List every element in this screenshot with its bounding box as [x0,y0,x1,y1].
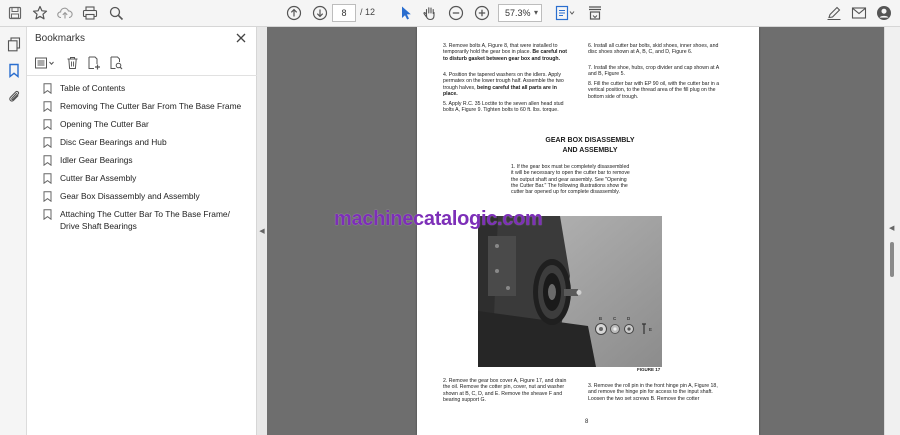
bookmark-item[interactable]: Attaching The Cutter Bar To The Base Fra… [27,205,257,235]
account-icon[interactable] [874,3,894,23]
panel-divider [27,75,257,76]
bookmark-item[interactable]: Idler Gear Bearings [27,151,257,169]
zoom-in-icon[interactable] [472,3,492,23]
section-heading: GEAR BOX DISASSEMBLY AND ASSEMBLY [515,136,665,156]
bookmark-icon [43,137,52,148]
step-3b-text: 3. Remove the roll pin in the front hing… [588,383,718,402]
bookmark-list: Table of Contents Removing The Cutter Bar… [27,79,257,235]
chevron-down-icon: ▾ [533,8,538,17]
star-icon[interactable] [30,3,50,23]
attachment-paperclip-icon[interactable] [4,87,23,106]
step-2-text: 2. Remove the gear box cover A, Figure 1… [443,378,567,403]
bookmark-icon [43,191,52,202]
bookmark-label: Gear Box Disassembly and Assembly [60,191,200,201]
select-cursor-icon[interactable] [396,3,416,23]
print-icon[interactable] [80,3,100,23]
pdf-page: 3. Remove bolts A, Figure 8, that were i… [417,27,759,435]
cloud-upload-icon[interactable] [55,3,75,23]
bookmark-item[interactable]: Table of Contents [27,79,257,97]
find-bookmark-icon[interactable] [107,54,125,72]
bookmark-icon [43,209,52,220]
bookmark-item[interactable]: Disc Gear Bearings and Hub [27,133,257,151]
delete-bookmark-icon[interactable] [63,54,81,72]
figure-caption: FIGURE 17 [637,367,661,372]
save-icon[interactable] [5,3,25,23]
fit-page-icon[interactable] [553,3,577,23]
bookmark-label: Attaching The Cutter Bar To The Base Fra… [60,209,230,231]
page-number-input[interactable]: 8 [332,4,356,22]
bookmark-ribbon-icon[interactable] [4,61,23,80]
vertical-scrollbar-thumb[interactable] [890,242,894,277]
panel-title: Bookmarks [35,33,86,44]
zoom-level-select[interactable]: 57.3% ▾ [498,4,542,22]
close-icon[interactable] [234,31,248,45]
figure-17-photo: B C D E [478,216,662,367]
zoom-level-value: 57.3% [505,8,531,18]
bookmark-label: Table of Contents [60,83,126,93]
bookmark-item[interactable]: Gear Box Disassembly and Assembly [27,187,257,205]
bookmark-icon [43,101,52,112]
bookmark-item[interactable]: Opening The Cutter Bar [27,115,257,133]
new-bookmark-icon[interactable] [85,54,103,72]
email-icon[interactable] [849,3,869,23]
bookmark-label: Cutter Bar Assembly [60,173,137,183]
step-5-text: 5. Apply R.C. 35 Loctite to the seven al… [443,101,564,114]
expand-right-icon[interactable]: ◀ [889,224,894,232]
bookmark-label: Disc Gear Bearings and Hub [60,137,167,147]
page-footer-number: 8 [585,419,589,425]
next-page-icon[interactable] [310,3,330,23]
bookmark-icon [43,119,52,130]
step-6-text: 6. Install all cutter bar bolts, skid sh… [588,43,719,56]
photo-label: E [649,327,652,332]
zoom-out-icon[interactable] [446,3,466,23]
step-7-text: 7. Install the shoe, hubs, crop divider … [588,65,719,78]
section-heading-line: AND ASSEMBLY [562,147,618,154]
scroll-mode-icon[interactable] [585,3,605,23]
step-1-text: 1. If the gear box must be completely di… [511,164,630,196]
watermark-text: machinecatalogic.com [334,208,543,230]
hand-tool-icon[interactable] [420,3,440,23]
bookmarks-panel: Bookmarks Table of Contents Removing The … [27,27,257,435]
step-4-text: 4. Position the tapered washers on the i… [443,72,564,97]
step-3-text: 3. Remove bolts A, Figure 8, that were i… [443,43,567,62]
document-viewer[interactable]: 3. Remove bolts A, Figure 8, that were i… [267,27,884,435]
right-scroll-rail: ◀ [884,27,900,435]
bookmark-item[interactable]: Removing The Cutter Bar From The Base Fr… [27,97,257,115]
bookmark-icon [43,173,52,184]
bookmark-icon [43,155,52,166]
bookmark-item[interactable]: Cutter Bar Assembly [27,169,257,187]
bookmark-icon [43,83,52,94]
bookmark-label: Idler Gear Bearings [60,155,133,165]
photo-label: B [599,316,602,321]
page-total-label: / 12 [360,7,376,17]
pdf-reader-window: 8 / 12 57.3% ▾ Bookmarks Table of Conten… [0,0,900,435]
main-toolbar: 8 / 12 57.3% ▾ [0,0,900,27]
sign-pen-icon[interactable] [824,3,844,23]
panel-collapse-handle[interactable]: ◀ [257,27,267,435]
previous-page-icon[interactable] [284,3,304,23]
options-menu-icon[interactable] [33,54,57,72]
zoom-search-icon[interactable] [106,3,126,23]
bookmark-label: Opening The Cutter Bar [60,119,149,129]
section-heading-line: GEAR BOX DISASSEMBLY [545,137,635,144]
step-8-text: 8. Fill the cutter bar with EP 90 oil, w… [588,81,720,100]
left-tool-rail [0,27,27,435]
bookmark-label: Removing The Cutter Bar From The Base Fr… [60,101,242,111]
pages-thumbnail-icon[interactable] [4,35,23,54]
